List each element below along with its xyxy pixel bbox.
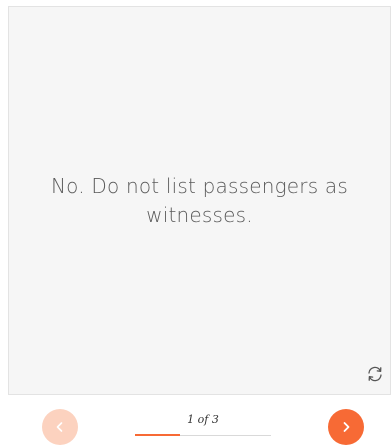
chevron-left-icon bbox=[56, 422, 63, 432]
progress-fill bbox=[135, 434, 181, 436]
next-card-button[interactable] bbox=[328, 409, 364, 445]
pagination: 1 of 3 bbox=[135, 413, 271, 436]
flashcard-text: No. Do not list passengers as witnesses. bbox=[51, 173, 348, 227]
previous-card-button[interactable] bbox=[42, 409, 78, 445]
page-indicator: 1 of 3 bbox=[187, 413, 219, 426]
flip-card-icon[interactable] bbox=[365, 364, 385, 384]
progress-track bbox=[135, 434, 271, 436]
flashcard-viewer: No. Do not list passengers as witnesses.… bbox=[0, 0, 392, 447]
flashcard[interactable]: No. Do not list passengers as witnesses. bbox=[8, 6, 391, 395]
chevron-right-icon bbox=[343, 422, 350, 432]
